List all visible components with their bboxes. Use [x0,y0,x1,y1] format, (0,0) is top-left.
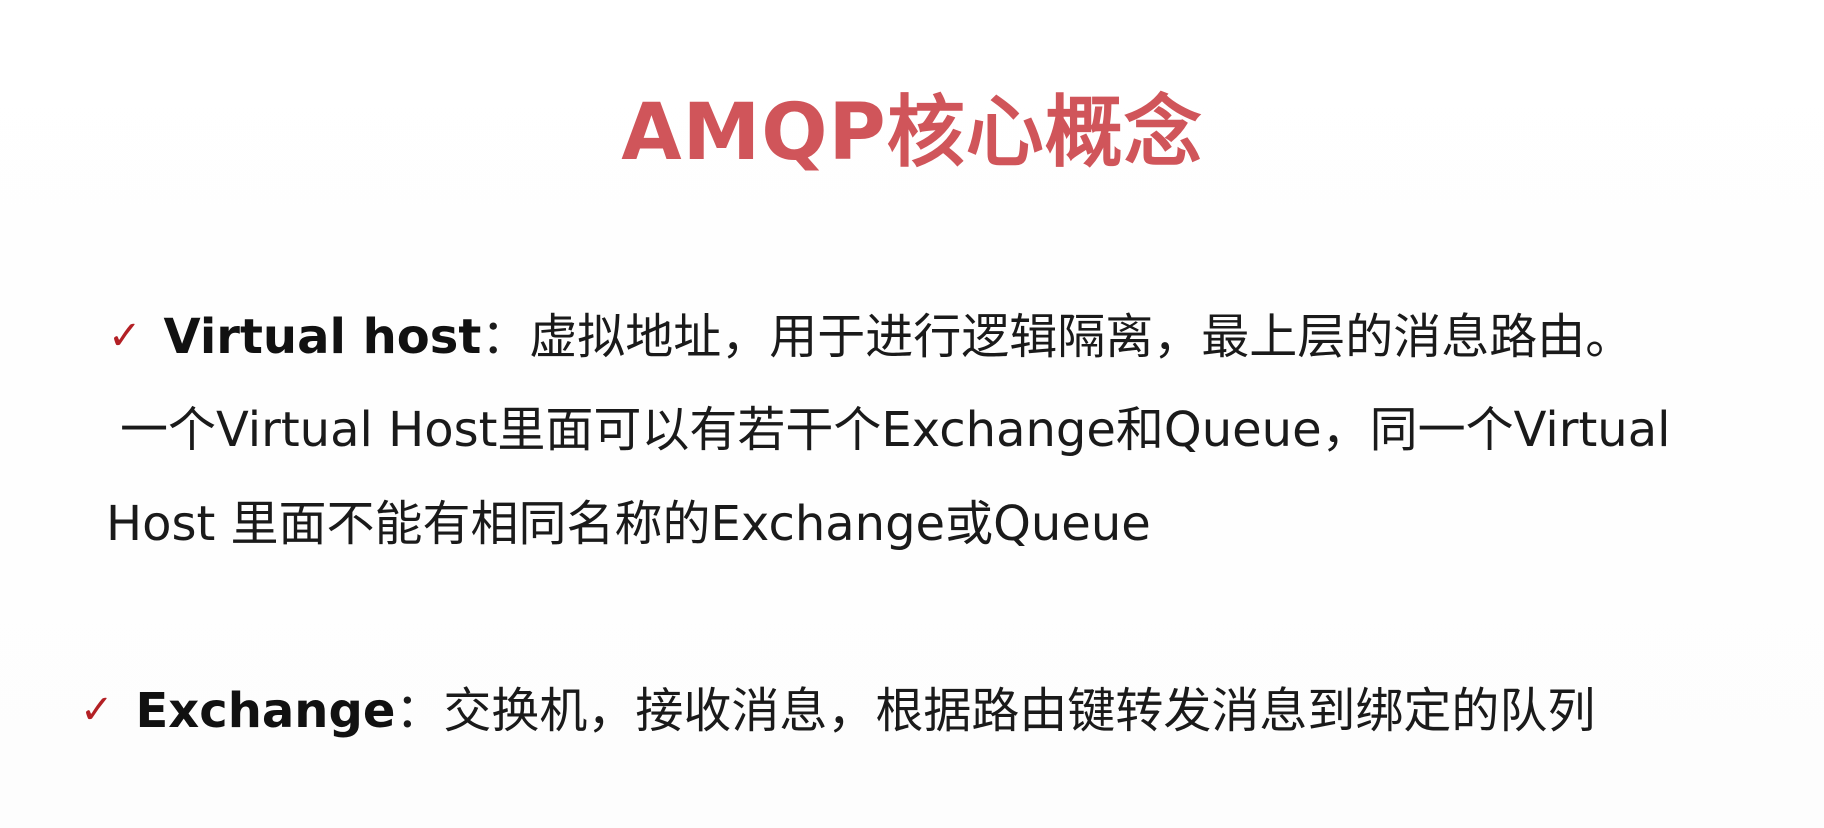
term-exchange: Exchange [135,683,396,739]
detail-virtual-host-line-2: Host 里面不能有相同名称的Exchange或Queue [106,496,1151,552]
detail-virtual-host-line-1: 一个Virtual Host里面可以有若干个Exchange和Queue，同一个… [120,402,1671,458]
term-separator: ： [395,683,444,739]
term-separator: ： [481,309,530,365]
slide-title: AMQP核心概念 [621,88,1203,178]
term-virtual-host: Virtual host [163,309,482,365]
slide: AMQP核心概念 ✓ Virtual host：虚拟地址，用于进行逻辑隔离，最上层… [0,0,1824,828]
bullet-exchange: ✓ Exchange：交换机，接收消息，根据路由键转发消息到绑定的队列 [80,664,1595,757]
checkmark-icon: ✓ [80,687,114,733]
description-virtual-host: 虚拟地址，用于进行逻辑隔离，最上层的消息路由。 [529,309,1634,365]
description-exchange: 交换机，接收消息，根据路由键转发消息到绑定的队列 [443,683,1596,739]
checkmark-icon: ✓ [108,313,142,359]
bullet-virtual-host: ✓ Virtual host：虚拟地址，用于进行逻辑隔离，最上层的消息路由。 [108,290,1633,383]
